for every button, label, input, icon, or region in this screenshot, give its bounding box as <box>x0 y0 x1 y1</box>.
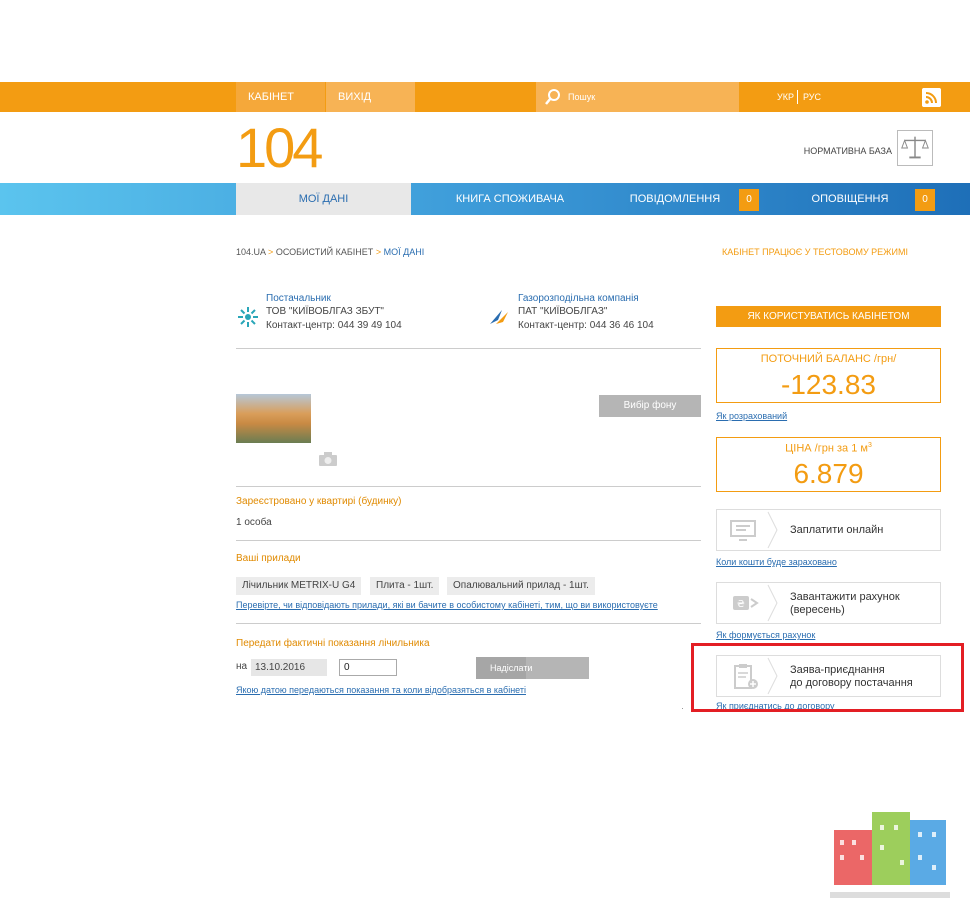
price-label-text: ЦІНА /грн за 1 м <box>785 442 868 455</box>
camera-icon[interactable] <box>318 451 338 467</box>
breadcrumb-home[interactable]: 104.UA <box>236 247 266 257</box>
devices-check-link[interactable]: Перевірте, чи відповідають прилади, які … <box>236 600 658 610</box>
search-input[interactable]: Пошук <box>568 82 595 112</box>
profile-background-image <box>236 394 311 443</box>
download-bill-label-line1: Завантажити рахунок <box>790 591 900 603</box>
breadcrumb-separator: > <box>268 247 274 257</box>
balance-value: -123.83 <box>781 369 876 400</box>
buildings-watermark-icon <box>830 812 950 898</box>
messages-count-badge: 0 <box>739 189 759 211</box>
choose-background-button[interactable]: Вибір фону <box>599 395 701 417</box>
download-bill-button[interactable]: ₴ Завантажити рахунок (вересень) <box>716 582 941 624</box>
supplier-logo-icon <box>238 307 258 327</box>
send-reading-button[interactable]: Надіслати <box>476 657 589 679</box>
lang-ukr-link[interactable]: УКР <box>777 82 794 112</box>
svg-text:₴: ₴ <box>737 599 745 610</box>
distributor-name: ПАТ "КИЇВОБЛГАЗ" <box>518 306 608 317</box>
divider <box>236 486 701 487</box>
test-mode-notice: КАБІНЕТ ПРАЦЮЄ У ТЕСТОВОМУ РЕЖИМІ <box>722 247 908 257</box>
download-bill-label-line2: (вересень) <box>790 604 845 616</box>
balance-label: ПОТОЧНИЙ БАЛАНС /грн/ <box>760 353 897 365</box>
price-value: 6.879 <box>793 458 864 489</box>
lang-divider <box>797 90 798 104</box>
dots-icon: · <box>681 703 684 713</box>
registered-value: 1 особа <box>236 517 272 528</box>
chevron-right-icon <box>767 511 778 549</box>
breadcrumb: 104.UA > ОСОБИСТИЙ КАБІНЕТ > МОЇ ДАНІ <box>236 247 424 257</box>
breadcrumb-current: МОЇ ДАНІ <box>383 247 425 257</box>
search-icon <box>545 89 560 105</box>
device-chip: Плита - 1шт. <box>370 577 440 595</box>
supplier-phone: Контакт-центр: 044 39 49 104 <box>266 320 402 331</box>
breadcrumb-separator: > <box>375 247 382 257</box>
pay-online-button[interactable]: Заплатити онлайн <box>716 509 941 551</box>
device-chip: Лічильник METRIX-U G4 <box>236 577 362 595</box>
price-label-sup: 3 <box>867 442 872 449</box>
top-bar: КАБІНЕТ ВИХІД Пошук УКР РУС <box>0 82 970 112</box>
computer-icon <box>730 520 756 541</box>
pay-online-label: Заплатити онлайн <box>790 524 884 536</box>
site-logo[interactable]: 104 <box>236 118 323 178</box>
divider <box>236 623 701 624</box>
meter-info-link[interactable]: Якою датою передаються показання та коли… <box>236 685 526 695</box>
cabinet-button[interactable]: КАБІНЕТ <box>236 82 325 112</box>
highlight-frame <box>691 643 964 712</box>
download-bill-label: Завантажити рахунок (вересень) <box>790 591 900 617</box>
normative-base-link[interactable]: НОРМАТИВНА БАЗА <box>800 146 892 157</box>
distributor-logo-icon <box>490 310 508 324</box>
balance-info-link[interactable]: Як розрахований <box>716 411 787 421</box>
how-to-use-button[interactable]: ЯК КОРИСТУВАТИСЬ КАБІНЕТОМ <box>716 306 941 327</box>
distributor-title: Газорозподільна компанія <box>518 293 639 304</box>
payment-timing-link[interactable]: Коли кошти буде зараховано <box>716 557 837 567</box>
meter-reading-input[interactable]: 0 <box>339 659 397 676</box>
supplier-title: Постачальник <box>266 293 331 304</box>
search-box[interactable]: Пошук <box>536 82 739 112</box>
bill-download-icon: ₴ <box>733 596 759 610</box>
tab-consumer-book[interactable]: КНИГА СПОЖИВАЧА <box>415 183 605 215</box>
tab-messages[interactable]: ПОВІДОМЛЕННЯ <box>605 183 745 215</box>
lang-rus-link[interactable]: РУС <box>803 82 821 112</box>
send-button-label: Надіслати <box>490 663 533 673</box>
rss-icon[interactable] <box>922 88 941 107</box>
price-label: ЦІНА /грн за 1 м3 <box>717 442 940 455</box>
meter-title: Передати фактичні показання лічильника <box>236 638 430 649</box>
scales-icon[interactable] <box>897 130 933 166</box>
supplier-name: ТОВ "КИЇВОБЛГАЗ ЗБУТ" <box>266 306 384 317</box>
notifications-count-badge: 0 <box>915 189 935 211</box>
breadcrumb-cabinet[interactable]: ОСОБИСТИЙ КАБІНЕТ <box>276 247 373 257</box>
tab-notifications[interactable]: ОПОВІЩЕННЯ <box>780 183 920 215</box>
tab-my-data[interactable]: МОЇ ДАНІ <box>236 183 411 215</box>
balance-box: ПОТОЧНИЙ БАЛАНС /грн/ -123.83 <box>716 348 941 403</box>
exit-button[interactable]: ВИХІД <box>326 82 415 112</box>
divider <box>236 540 701 541</box>
main-nav: МОЇ ДАНІ КНИГА СПОЖИВАЧА ПОВІДОМЛЕННЯ 0 … <box>0 183 970 215</box>
meter-date-label: на <box>236 661 248 672</box>
bill-info-link[interactable]: Як формується рахунок <box>716 630 815 640</box>
registered-title: Зареєстровано у квартирі (будинку) <box>236 496 402 507</box>
divider <box>236 348 701 349</box>
devices-title: Ваші прилади <box>236 553 301 564</box>
distributor-phone: Контакт-центр: 044 36 46 104 <box>518 320 654 331</box>
meter-date-field[interactable]: 13.10.2016 <box>251 659 327 676</box>
device-chip: Опалювальний прилад - 1шт. <box>447 577 595 595</box>
price-box: ЦІНА /грн за 1 м3 6.879 <box>716 437 941 492</box>
chevron-right-icon <box>767 584 778 622</box>
